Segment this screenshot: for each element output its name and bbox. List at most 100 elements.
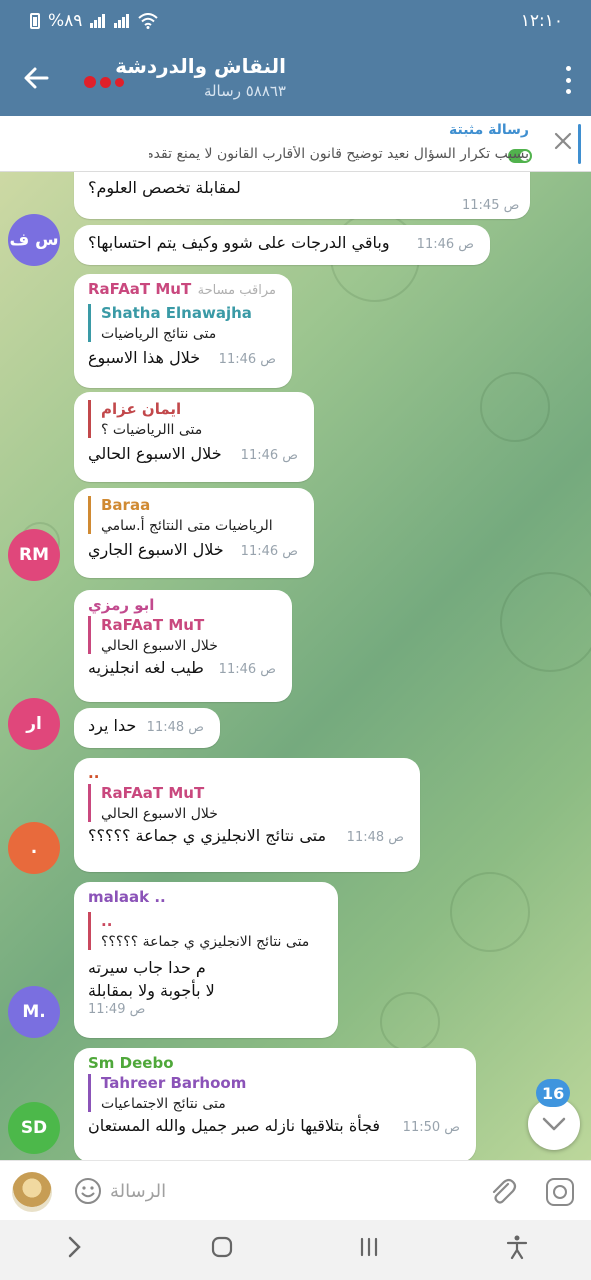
reply-name: .. xyxy=(101,912,113,930)
sender-name[interactable]: Sm Deebo xyxy=(88,1054,460,1072)
signal-icon-2 xyxy=(114,14,130,28)
sender-name[interactable]: RaFAaT MuT xyxy=(88,280,191,298)
message-time: 11:49 ص xyxy=(88,1002,146,1017)
message-text: وباقي الدرجات على شوو وكيف يتم احتسابها؟ xyxy=(88,233,390,252)
system-navigation-bar xyxy=(0,1220,591,1280)
message-text: متى نتائج الانجليزي ي جماعة ؟؟؟؟؟ xyxy=(88,826,327,845)
message-bubble[interactable]: .. RaFAaT MuT خلال الاسبوع الحالي متى نت… xyxy=(74,758,420,872)
reply-text: متى االرياضيات ؟ xyxy=(101,422,203,438)
chat-header: النقاش والدردشة ٥٨٨٦٣ رسالة xyxy=(0,42,591,116)
reply-quote[interactable]: Shatha Elnawajha متى نتائج الرياضيات xyxy=(88,304,276,342)
reply-quote[interactable]: Tahreer Barhoom متى نتائج الاجتماعيات xyxy=(88,1074,460,1112)
avatar[interactable]: RM xyxy=(8,529,60,581)
unread-count-badge[interactable]: 16 xyxy=(536,1079,571,1107)
camera-button[interactable] xyxy=(545,1177,575,1211)
nav-recents-button[interactable] xyxy=(349,1236,389,1264)
nav-home-button[interactable] xyxy=(202,1236,242,1264)
reply-text: متى نتائج الرياضيات xyxy=(101,326,217,342)
message-time: 11:46 ص xyxy=(416,237,474,252)
reply-quote[interactable]: RaFAaT MuT خلال الاسبوع الحالي xyxy=(88,784,404,822)
pinned-indicator xyxy=(578,124,581,164)
reply-text: خلال الاسبوع الحالي xyxy=(101,806,218,822)
more-menu-button[interactable] xyxy=(563,66,573,94)
wallpaper-doodle xyxy=(500,572,591,672)
message-input[interactable] xyxy=(110,1173,370,1209)
nav-accessibility-button[interactable] xyxy=(497,1234,537,1266)
message-time: 11:50 ص xyxy=(402,1120,460,1135)
message-bubble[interactable]: RaFAaT MuT مراقب مساحة Shatha Elnawajha … xyxy=(74,274,292,388)
message-time: 11:46 ص xyxy=(218,352,276,367)
message-bubble[interactable]: malaak .. .. متى نتائج الانجليزي ي جماعة… xyxy=(74,882,338,1038)
chat-title-block[interactable]: النقاش والدردشة ٥٨٨٦٣ رسالة xyxy=(115,54,286,100)
message-bubble[interactable]: ابو رمزي RaFAaT MuT خلال الاسبوع الحالي … xyxy=(74,590,292,702)
message-text: لمقابلة تخصص العلوم؟ xyxy=(88,178,241,197)
message-time: 11:48 ص xyxy=(146,720,204,735)
message-text: فجأة بتلاقيها نازله صبر جميل والله المست… xyxy=(88,1116,381,1135)
reply-name: Baraa xyxy=(101,496,151,514)
chevron-down-icon xyxy=(542,1117,566,1131)
attach-button[interactable] xyxy=(486,1175,518,1211)
smiley-icon xyxy=(75,1178,101,1204)
message-text: حدا يرد xyxy=(88,716,137,735)
reply-quote[interactable]: RaFAaT MuT خلال الاسبوع الحالي xyxy=(88,616,276,654)
wallpaper-doodle xyxy=(380,992,440,1052)
message-text: طيب لغه انجليزيه xyxy=(88,658,204,677)
close-pinned-button[interactable] xyxy=(554,128,572,156)
accessibility-icon xyxy=(507,1235,528,1260)
message-input-bar xyxy=(0,1160,591,1220)
message-time: 11:46 ص xyxy=(240,448,298,463)
reply-text: الرياضيات متى النتائج أ.سامي xyxy=(101,518,273,534)
message-text: خلال الاسبوع الجاري xyxy=(88,540,224,559)
home-icon xyxy=(211,1236,232,1258)
nav-forward-button[interactable] xyxy=(54,1236,94,1264)
message-text: خلال الاسبوع الحالي xyxy=(88,444,222,463)
message-count: ٥٨٨٦٣ رسالة xyxy=(203,82,286,100)
chevron-right-icon xyxy=(68,1236,81,1258)
reply-quote[interactable]: Baraa الرياضيات متى النتائج أ.سامي xyxy=(88,496,298,534)
reply-name: RaFAaT MuT xyxy=(101,616,205,634)
send-as-avatar[interactable] xyxy=(12,1172,52,1212)
emoji-button[interactable] xyxy=(74,1177,102,1209)
close-icon xyxy=(554,132,572,150)
back-button[interactable] xyxy=(18,60,54,96)
message-bubble[interactable]: ايمان عزام متى االرياضيات ؟ خلال الاسبوع… xyxy=(74,392,314,482)
reply-text: متى نتائج الانجليزي ي جماعة ؟؟؟؟؟ xyxy=(101,934,310,950)
recents-icon xyxy=(361,1237,378,1257)
reply-quote[interactable]: ايمان عزام متى االرياضيات ؟ xyxy=(88,400,298,438)
arrow-left-icon xyxy=(24,67,49,89)
reply-name: ايمان عزام xyxy=(101,400,182,418)
avatar[interactable]: ار xyxy=(8,698,60,750)
reply-text: متى نتائج الاجتماعيات xyxy=(101,1096,226,1112)
message-bubble[interactable]: وباقي الدرجات على شوو وكيف يتم احتسابها؟… xyxy=(74,225,490,265)
reply-quote[interactable]: .. متى نتائج الانجليزي ي جماعة ؟؟؟؟؟ xyxy=(88,912,322,950)
reply-name: Shatha Elnawajha xyxy=(101,304,252,322)
reply-name: RaFAaT MuT xyxy=(101,784,205,802)
chat-area[interactable]: لمقابلة تخصص العلوم؟ 11:45 ص وباقي الدرج… xyxy=(0,172,591,1160)
avatar[interactable]: SD xyxy=(8,1102,60,1154)
clock: ١٢:١٠ xyxy=(520,11,563,31)
message-bubble[interactable]: حدا يرد 11:48 ص xyxy=(74,708,220,748)
sender-name[interactable]: malaak .. xyxy=(88,888,322,906)
avatar[interactable]: M. xyxy=(8,986,60,1038)
avatar[interactable]: س ف xyxy=(8,214,60,266)
message-time: 11:45 ص xyxy=(462,198,520,213)
pinned-message-bar[interactable]: رسالة مثبتة بسبب تكرار السؤال نعيد توضيح… xyxy=(0,116,591,172)
status-icons: %٨٩ xyxy=(30,11,159,31)
message-text: م حدا جاب سيرته xyxy=(88,958,206,977)
sender-name[interactable]: .. xyxy=(88,764,404,782)
wallpaper-doodle xyxy=(480,372,550,442)
avatar[interactable]: . xyxy=(8,822,60,874)
message-time: 11:48 ص xyxy=(346,830,404,845)
battery-icon xyxy=(30,13,40,29)
message-time: 11:46 ص xyxy=(218,662,276,677)
status-bar: %٨٩ ١٢:١٠ xyxy=(0,0,591,42)
message-bubble[interactable]: Sm Deebo Tahreer Barhoom متى نتائج الاجت… xyxy=(74,1048,476,1160)
message-bubble[interactable]: لمقابلة تخصص العلوم؟ 11:45 ص xyxy=(74,172,530,219)
reply-name: Tahreer Barhoom xyxy=(101,1074,247,1092)
message-bubble[interactable]: Baraa الرياضيات متى النتائج أ.سامي خلال … xyxy=(74,488,314,578)
message-text-line2: لا بأجوبة ولا بمقابلة xyxy=(88,981,215,1000)
wallpaper-doodle xyxy=(450,872,530,952)
reply-text: خلال الاسبوع الحالي xyxy=(101,638,218,654)
sender-name[interactable]: ابو رمزي xyxy=(88,596,276,614)
pinned-label: رسالة مثبتة xyxy=(448,122,529,138)
